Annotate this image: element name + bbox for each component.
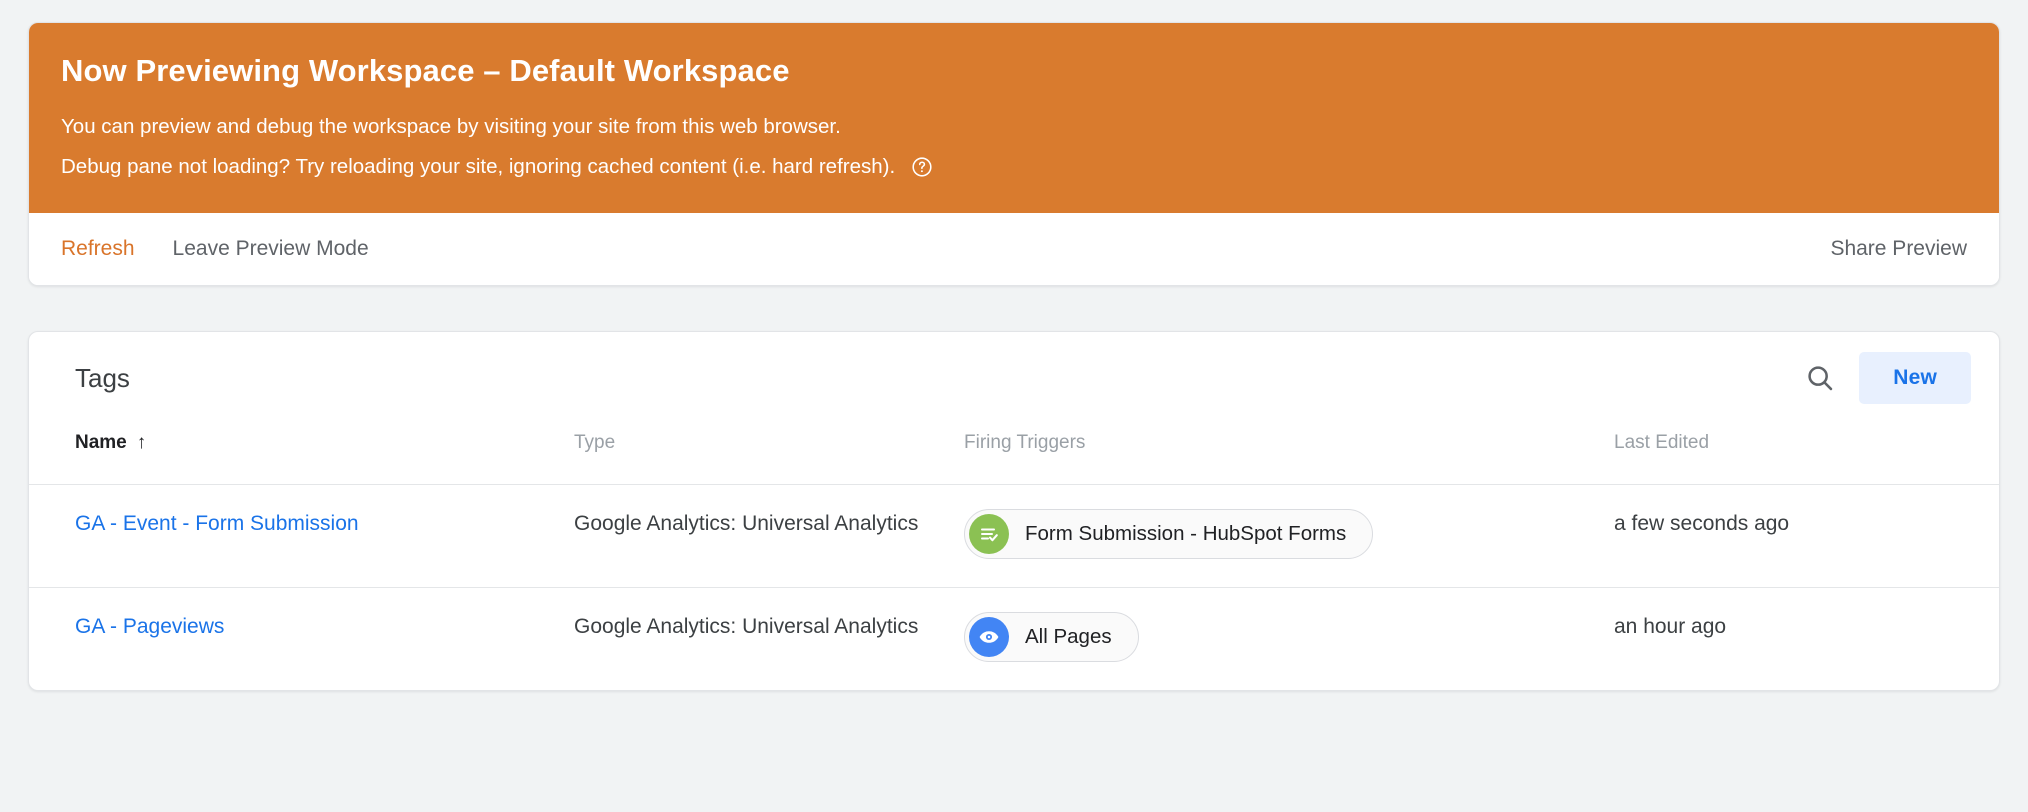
tags-table-header-row: Name ↑ Type Firing Triggers Last Edited <box>29 424 1999 485</box>
cell-tag-type: Google Analytics: Universal Analytics <box>574 512 919 536</box>
preview-banner-description-line-2: Debug pane not loading? Try reloading yo… <box>61 151 1967 183</box>
tags-card: Tags New Name ↑ Type Firing Triggers Las… <box>28 331 2000 692</box>
trigger-chip-label: All Pages <box>1025 625 1112 649</box>
tag-name-link[interactable]: GA - Event - Form Submission <box>75 512 359 535</box>
search-icon[interactable] <box>1803 361 1837 395</box>
table-row[interactable]: GA - Pageviews Google Analytics: Univers… <box>29 587 1999 691</box>
cell-firing-trigger: Form Submission - HubSpot Forms <box>964 485 1614 588</box>
column-header-name[interactable]: Name ↑ <box>29 424 574 485</box>
table-row[interactable]: GA - Event - Form Submission Google Anal… <box>29 484 1999 588</box>
preview-banner: Now Previewing Workspace – Default Works… <box>29 23 1999 214</box>
column-header-type[interactable]: Type <box>574 424 964 485</box>
cell-last-edited: an hour ago <box>1614 615 1727 639</box>
help-circle-icon[interactable] <box>911 156 933 178</box>
trigger-chip[interactable]: All Pages <box>964 612 1139 663</box>
sort-ascending-arrow-icon: ↑ <box>136 432 147 454</box>
tags-table-head: Name ↑ Type Firing Triggers Last Edited <box>29 424 1999 485</box>
preview-action-bar: Refresh Leave Preview Mode Share Preview <box>29 213 1999 286</box>
new-tag-button[interactable]: New <box>1859 352 1971 405</box>
cell-tag-name: GA - Pageviews <box>29 588 574 691</box>
cell-firing-trigger: All Pages <box>964 588 1614 691</box>
tags-table-body: GA - Event - Form Submission Google Anal… <box>29 484 1999 691</box>
preview-action-left-group: Refresh Leave Preview Mode <box>61 237 369 261</box>
column-header-firing-triggers[interactable]: Firing Triggers <box>964 424 1614 485</box>
cell-tag-name: GA - Event - Form Submission <box>29 485 574 588</box>
trigger-chip[interactable]: Form Submission - HubSpot Forms <box>964 509 1374 560</box>
page-root: Now Previewing Workspace – Default Works… <box>0 0 2028 812</box>
pageview-eye-icon <box>969 617 1009 658</box>
cell-tag-type: Google Analytics: Universal Analytics <box>574 615 919 639</box>
tags-card-header: Tags New <box>29 332 1999 424</box>
tag-name-link[interactable]: GA - Pageviews <box>75 615 224 638</box>
column-header-name-label: Name <box>75 432 127 454</box>
cell-last-edited: a few seconds ago <box>1614 512 1790 536</box>
refresh-button[interactable]: Refresh <box>61 237 135 261</box>
column-header-last-edited[interactable]: Last Edited <box>1614 424 1999 485</box>
preview-mode-card: Now Previewing Workspace – Default Works… <box>28 22 2000 287</box>
page-title: Tags <box>75 362 130 393</box>
preview-banner-text-1: You can preview and debug the workspace … <box>61 114 841 138</box>
preview-banner-description-line-1: You can preview and debug the workspace … <box>61 111 1967 143</box>
preview-action-right-group: Share Preview <box>1830 237 1967 261</box>
leave-preview-mode-button[interactable]: Leave Preview Mode <box>173 237 369 261</box>
form-submission-icon <box>969 514 1009 555</box>
tags-table: Name ↑ Type Firing Triggers Last Edited G… <box>29 424 1999 690</box>
trigger-chip-label: Form Submission - HubSpot Forms <box>1025 522 1347 546</box>
tags-header-actions: New <box>1803 352 1971 405</box>
share-preview-button[interactable]: Share Preview <box>1830 237 1967 260</box>
preview-banner-text-2: Debug pane not loading? Try reloading yo… <box>61 155 896 179</box>
preview-banner-title: Now Previewing Workspace – Default Works… <box>61 53 790 88</box>
